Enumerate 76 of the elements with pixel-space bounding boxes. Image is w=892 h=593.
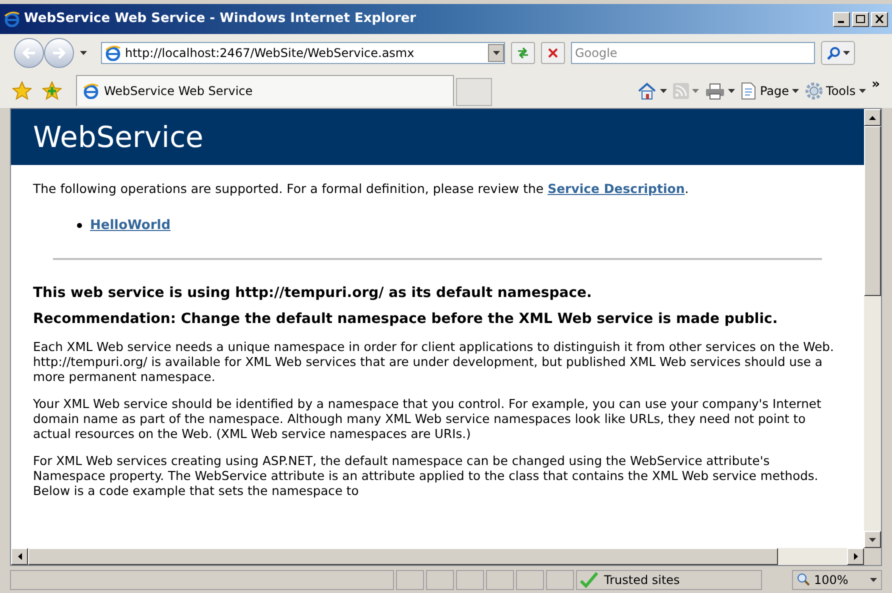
caret-icon (869, 538, 876, 542)
maximize-button[interactable] (852, 12, 869, 26)
forward-arrow-icon (51, 46, 67, 60)
search-icon (826, 46, 840, 60)
tools-button[interactable]: Tools (805, 82, 866, 100)
magnifier-icon (797, 573, 810, 586)
back-button[interactable] (14, 38, 44, 68)
forward-button[interactable] (44, 38, 74, 68)
up-arrow-icon (869, 116, 876, 120)
caret-icon (870, 578, 877, 582)
browser-logo-icon (105, 45, 121, 61)
home-icon (636, 82, 657, 100)
print-button[interactable] (704, 82, 735, 100)
caret-icon (692, 89, 699, 93)
caret-icon (80, 51, 87, 55)
home-button[interactable] (636, 82, 667, 100)
refresh-button[interactable] (511, 42, 535, 64)
body-paragraph: Each XML Web service needs a unique namespace in order for client applications to distinguish it from other services on the Web. http://tempuri.org/ is available for XML Web services that are under development, but published XML Web services should use a more permanent namespace. (33, 340, 835, 385)
page-icon (740, 82, 757, 100)
caret-icon (792, 89, 800, 93)
scrollbar-corner (864, 548, 881, 565)
gear-icon (805, 82, 824, 100)
close-icon (548, 48, 558, 58)
address-field[interactable]: http://localhost:2467/WebSite/WebService.asmx (101, 42, 505, 64)
minimize-button[interactable] (833, 12, 850, 26)
caret-icon (660, 89, 667, 93)
address-dropdown-button[interactable] (488, 44, 504, 62)
maximize-icon (856, 15, 865, 23)
recommendation-text: Recommendation: Change the default namespace before the XML Web service is made public. (33, 311, 779, 328)
back-arrow-icon (21, 46, 37, 60)
status-pane (456, 570, 484, 590)
left-arrow-icon (18, 553, 22, 560)
caret-icon (858, 89, 866, 93)
close-button[interactable] (871, 12, 888, 26)
caret-icon (842, 51, 850, 55)
zoom-button[interactable]: 100% (792, 570, 882, 590)
browser-tab[interactable]: WebService Web Service (76, 75, 454, 106)
url-text: http://localhost:2467/WebSite/WebService.asmx (125, 45, 414, 62)
intro-text: The following operations are supported. For a formal definition, please review the Service Description. (33, 181, 690, 196)
caret-icon (728, 89, 735, 93)
scroll-right-button[interactable] (847, 548, 864, 565)
scroll-thumb[interactable] (864, 126, 881, 296)
browser-logo-icon (83, 83, 99, 99)
status-pane (516, 570, 544, 590)
namespace-note: This web service is using http://tempuri.org/ as its default namespace. (33, 285, 593, 302)
browser-logo-icon (4, 11, 20, 27)
scroll-left-button[interactable] (11, 548, 28, 565)
body-paragraph: For XML Web services creating using ASP.NET, the default namespace can be changed using the WebService attribute's Namespace property. The WebService attribute is an attribute applied to the class that contains the XML Web service methods. Below is a code example that sets the namespace to (33, 454, 820, 499)
page-heading: WebService (33, 120, 204, 154)
scroll-down-button[interactable] (864, 531, 881, 548)
caret-icon (492, 51, 500, 55)
more-chevron[interactable]: » (872, 75, 880, 95)
status-pane (396, 570, 424, 590)
status-pane (426, 570, 454, 590)
refresh-arrows-icon (516, 47, 530, 59)
add-star-icon[interactable] (42, 81, 62, 101)
feed-icon (672, 83, 689, 99)
status-pane (486, 570, 514, 590)
body-paragraph: Your XML Web service should be identified by a namespace that you control. For example, you can use your company's Internet domain name as part of the namespace. Although many XML Web service namespaces look like URLs, they need not point to actual resources on the Web. (XML Web service namespaces are URIs.) (33, 397, 822, 442)
service-description-link[interactable]: Service Description (548, 181, 685, 196)
stop-button[interactable] (541, 42, 565, 64)
close-icon (875, 15, 884, 23)
checkmark-icon (580, 572, 598, 588)
printer-icon (704, 82, 725, 100)
star-icon[interactable] (12, 81, 32, 101)
search-button[interactable] (821, 41, 855, 65)
right-arrow-icon (854, 553, 858, 560)
status-pane (546, 570, 574, 590)
page-button[interactable]: Page (740, 82, 800, 100)
zone-text: Trusted sites (604, 572, 680, 588)
bullet-icon (77, 223, 82, 228)
operation-link[interactable]: HelloWorld (90, 218, 171, 233)
search-field[interactable]: Google (571, 42, 815, 64)
vertical-scrollbar[interactable] (864, 109, 881, 548)
scroll-up-button[interactable] (864, 109, 881, 126)
window-title: WebService Web Service - Windows Internet Explorer (24, 10, 416, 28)
